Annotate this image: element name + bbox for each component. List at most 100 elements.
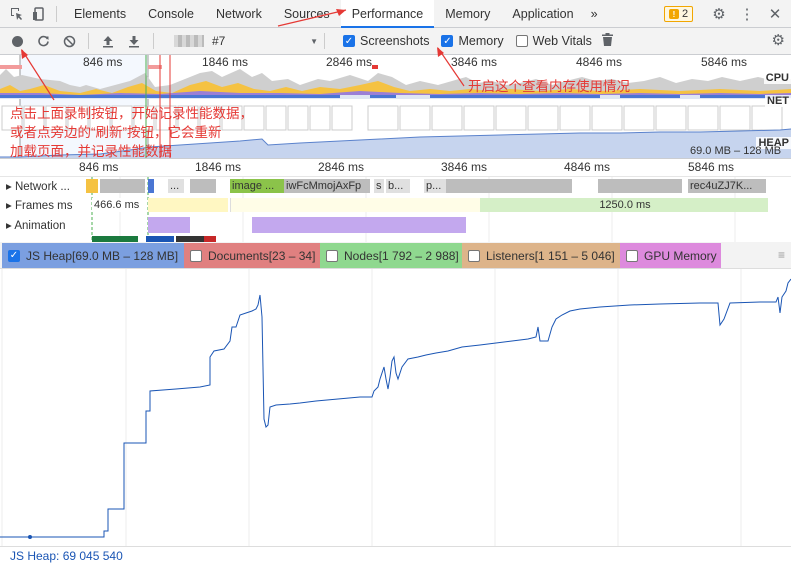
js-heap-graph[interactable] <box>0 269 791 546</box>
divider <box>88 33 89 49</box>
network-request[interactable]: iwFcMmojAxFp <box>284 179 370 193</box>
track-frames-label[interactable]: ▸ Frames ms <box>6 198 73 212</box>
issues-badge[interactable]: ! 2 <box>664 6 694 22</box>
more-tabs-button[interactable]: » <box>585 0 604 28</box>
save-profile-button[interactable] <box>121 30 147 52</box>
device-toolbar-icon[interactable] <box>28 3 50 25</box>
tab-application[interactable]: Application <box>501 0 584 28</box>
checkbox-unchecked-icon <box>626 249 638 262</box>
kebab-menu-icon[interactable]: ⋮ <box>737 3 757 25</box>
counter-gpu-memory[interactable]: GPU Memory <box>620 243 721 268</box>
network-request[interactable] <box>190 179 216 193</box>
record-button[interactable] <box>4 30 30 52</box>
memory-annotation: 开启这个查看内存使用情况 <box>468 79 630 94</box>
inspect-element-icon[interactable] <box>6 3 28 25</box>
network-request[interactable]: b... <box>386 179 410 193</box>
close-icon[interactable]: ✕ <box>765 3 785 25</box>
overview-ruler-label: 4846 ms <box>576 55 623 69</box>
network-request[interactable]: p... <box>424 179 446 193</box>
network-request[interactable] <box>446 179 572 193</box>
checkbox-unchecked-icon <box>515 35 528 47</box>
counter-nodes[interactable]: Nodes[1 792 – 2 988] <box>320 243 462 268</box>
animation-track[interactable]: ▸ Animation <box>0 215 791 235</box>
download-icon <box>129 35 139 47</box>
checkbox-unchecked-icon <box>190 249 202 262</box>
network-request[interactable]: image ... <box>230 179 284 193</box>
counter-listeners[interactable]: Listeners[1 151 – 5 046] <box>462 243 620 268</box>
web-vitals-checkbox[interactable]: Web Vitals <box>515 34 592 48</box>
settings-icon[interactable]: ⚙ <box>709 3 729 25</box>
track-name-text: Frames <box>14 200 54 212</box>
memory-checkbox[interactable]: ✓ Memory <box>441 34 504 48</box>
reload-record-button[interactable] <box>30 30 56 52</box>
chevron-down-icon: ▼ <box>310 36 318 46</box>
capture-settings-icon[interactable]: ⚙ <box>772 31 785 49</box>
checkbox-unchecked-icon <box>326 249 338 262</box>
frames-track[interactable]: ▸ Frames ms 466.6 ms 1250.0 ms <box>0 195 791 215</box>
track-animation-label[interactable]: ▸ Animation <box>6 218 65 232</box>
heap-graph-svg <box>0 269 791 546</box>
record-annotation-line-3: 加载页面，并记录性能数据 <box>10 144 172 159</box>
overview-ruler-label: 2846 ms <box>326 55 373 69</box>
network-request[interactable]: s <box>374 179 384 193</box>
checkbox-label: Web Vitals <box>532 34 592 48</box>
animation-block[interactable] <box>252 217 466 233</box>
animation-block[interactable] <box>148 217 190 233</box>
issues-count: 2 <box>682 8 689 20</box>
tab-performance[interactable]: Performance <box>340 0 435 28</box>
counter-label: Nodes[1 792 – 2 988] <box>344 248 459 263</box>
collect-garbage-button[interactable] <box>601 33 613 49</box>
warning-icon: ! <box>669 9 679 19</box>
tab-console[interactable]: Console <box>137 0 205 28</box>
heap-range-label: 69.0 MB – 128 MB <box>690 145 782 157</box>
profile-thumbnail <box>174 35 204 47</box>
tab-elements[interactable]: Elements <box>63 0 137 28</box>
network-request[interactable] <box>148 179 154 193</box>
network-request[interactable] <box>598 179 682 193</box>
track-network-label[interactable]: ▸ Network ... <box>6 179 70 193</box>
resize-handle-icon[interactable]: ≡ <box>778 248 785 262</box>
counter-js-heap[interactable]: ✓ JS Heap[69.0 MB – 128 MB] <box>2 243 184 268</box>
devtools-tabbar: Elements Console Network Sources Perform… <box>0 0 791 28</box>
track-name-suffix: ... <box>60 181 70 193</box>
heap-status: JS Heap: 69 045 540 <box>0 546 791 566</box>
track-name-text: Animation <box>14 220 66 232</box>
load-profile-button[interactable] <box>95 30 121 52</box>
counter-label: Listeners[1 151 – 5 046] <box>486 248 615 263</box>
network-request[interactable] <box>100 179 145 193</box>
upload-icon <box>103 35 113 47</box>
track-name-suffix: ms <box>57 200 73 212</box>
record-annotation-line-2: 或者点旁边的“刷新”按钮，它会重新 <box>10 125 222 140</box>
checkbox-label: Memory <box>458 34 504 48</box>
timeline-tracks[interactable]: 846 ms 1846 ms 2846 ms 3846 ms 4846 ms 5… <box>0 159 791 242</box>
record-annotation-line-1: 点击上面录制按钮，开始记录性能数据， <box>10 106 253 121</box>
record-icon <box>11 35 23 47</box>
clear-icon <box>63 35 75 47</box>
tab-memory[interactable]: Memory <box>434 0 501 28</box>
frame-block[interactable] <box>148 198 228 212</box>
frame-block[interactable]: 466.6 ms <box>92 198 146 212</box>
counter-label: JS Heap[69.0 MB – 128 MB] <box>26 248 179 263</box>
performance-toolbar: #7 ▼ ✓ Screenshots ✓ Memory Web Vitals ⚙ <box>0 28 791 55</box>
clear-button[interactable] <box>56 30 82 52</box>
network-request[interactable]: rec4uZJ7K... <box>688 179 766 193</box>
network-request[interactable]: ... <box>168 179 184 193</box>
track-name-text: Network <box>14 181 58 193</box>
divider <box>56 5 57 22</box>
divider <box>324 33 325 49</box>
counter-label: GPU Memory <box>644 248 717 263</box>
network-track[interactable]: ▸ Network ... ... image ... iwFcMmojAxFp… <box>0 176 791 196</box>
network-request[interactable] <box>86 179 98 193</box>
profile-select[interactable]: #7 ▼ <box>212 34 318 48</box>
divider <box>153 33 154 49</box>
counter-documents[interactable]: Documents[23 – 34] <box>184 243 320 268</box>
reload-icon <box>37 35 49 46</box>
cpu-lane-label: CPU <box>763 72 791 84</box>
checkbox-label: Screenshots <box>360 34 430 48</box>
tab-sources[interactable]: Sources <box>273 0 341 28</box>
frame-block[interactable]: 1250.0 ms <box>480 198 768 212</box>
screenshots-checkbox[interactable]: ✓ Screenshots <box>343 34 429 48</box>
frame-block[interactable] <box>230 198 480 212</box>
trash-icon <box>601 33 613 46</box>
tab-network[interactable]: Network <box>205 0 273 28</box>
